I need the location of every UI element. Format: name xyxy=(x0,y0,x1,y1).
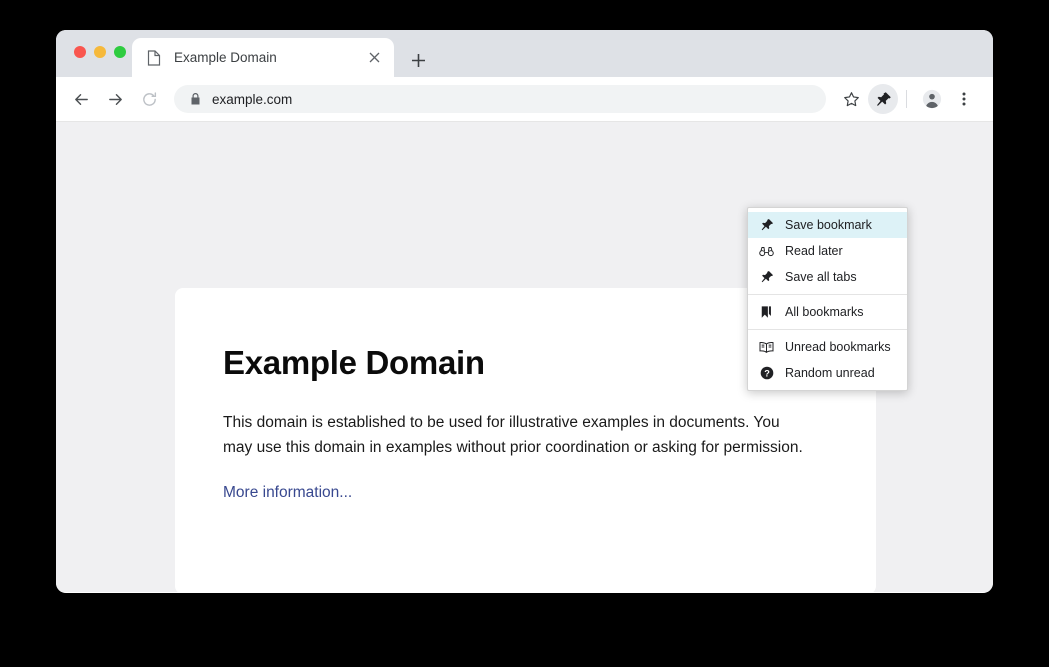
window-close-button[interactable] xyxy=(74,46,86,58)
window-minimize-button[interactable] xyxy=(94,46,106,58)
browser-window: Example Domain example.com Example Domai… xyxy=(56,30,993,593)
menu-item-label: Save bookmark xyxy=(785,218,872,232)
back-arrow-icon[interactable] xyxy=(66,84,96,114)
menu-separator xyxy=(748,294,907,295)
menu-item-label: Random unread xyxy=(785,366,875,380)
page-viewport: Example Domain This domain is establishe… xyxy=(56,122,993,592)
open-book-icon xyxy=(759,340,774,355)
svg-text:?: ? xyxy=(764,368,770,378)
window-traffic-lights xyxy=(74,46,126,58)
document-icon xyxy=(146,49,162,66)
menu-item-save-all-tabs[interactable]: Save all tabs xyxy=(748,264,907,290)
omnibox[interactable]: example.com xyxy=(174,85,826,113)
window-maximize-button[interactable] xyxy=(114,46,126,58)
menu-item-label: Read later xyxy=(785,244,843,258)
browser-toolbar: example.com xyxy=(56,77,993,122)
page-paragraph: This domain is established to be used fo… xyxy=(223,414,803,456)
three-dot-menu-icon[interactable] xyxy=(949,84,979,114)
account-avatar-icon[interactable] xyxy=(917,84,947,114)
pushpin-icon xyxy=(759,270,774,285)
new-tab-button[interactable] xyxy=(404,46,432,74)
binoculars-icon xyxy=(759,244,774,259)
menu-item-read-later[interactable]: Read later xyxy=(748,238,907,264)
tab-strip: Example Domain xyxy=(56,30,993,77)
omnibox-url-text: example.com xyxy=(212,91,293,107)
menu-separator xyxy=(748,329,907,330)
star-icon[interactable] xyxy=(836,84,866,114)
more-information-link[interactable]: More information... xyxy=(223,484,352,501)
close-icon[interactable] xyxy=(364,48,384,68)
reload-icon[interactable] xyxy=(134,84,164,114)
menu-item-random-unread[interactable]: ? Random unread xyxy=(748,360,907,386)
menu-item-label: Save all tabs xyxy=(785,270,857,284)
bookmark-extension-menu: Save bookmark Read later Save all tabs A… xyxy=(747,207,908,391)
menu-item-all-bookmarks[interactable]: All bookmarks xyxy=(748,299,907,325)
browser-tab[interactable]: Example Domain xyxy=(132,38,394,77)
question-mark-icon: ? xyxy=(759,366,774,381)
bookmark-flag-icon xyxy=(759,305,774,320)
menu-item-unread-bookmarks[interactable]: Unread bookmarks xyxy=(748,334,907,360)
menu-item-save-bookmark[interactable]: Save bookmark xyxy=(748,212,907,238)
tab-title: Example Domain xyxy=(174,50,277,65)
forward-arrow-icon[interactable] xyxy=(100,84,130,114)
menu-item-label: Unread bookmarks xyxy=(785,340,891,354)
menu-item-label: All bookmarks xyxy=(785,305,864,319)
page-title: Example Domain xyxy=(223,344,485,381)
lock-icon xyxy=(188,92,202,106)
toolbar-divider xyxy=(906,90,907,108)
pushpin-icon xyxy=(759,218,774,233)
pushpin-icon[interactable] xyxy=(868,84,898,114)
